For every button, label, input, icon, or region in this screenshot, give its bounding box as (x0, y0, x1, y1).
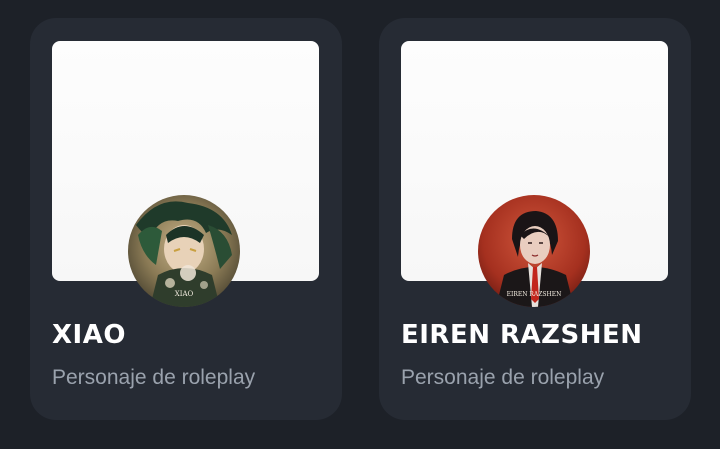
avatar-illustration-eiren: EIREN RAZSHEN (478, 195, 590, 307)
character-subtitle: Personaje de roleplay (401, 366, 605, 389)
character-card-eiren-razshen[interactable]: EIREN RAZSHEN EIREN RAZSHEN Personaje de… (379, 18, 691, 420)
character-avatar: XIAO (128, 195, 240, 307)
character-subtitle: Personaje de roleplay (52, 366, 256, 389)
avatar-caption: XIAO (175, 290, 194, 298)
character-card-xiao[interactable]: XIAO XIAO Personaje de roleplay (30, 18, 342, 420)
character-name: XIAO (52, 320, 126, 350)
character-list: XIAO XIAO Personaje de roleplay EIREN RA… (0, 0, 720, 449)
avatar-caption: EIREN RAZSHEN (507, 291, 562, 298)
avatar-illustration-xiao: XIAO (128, 195, 240, 307)
character-name: EIREN RAZSHEN (401, 320, 643, 350)
character-avatar: EIREN RAZSHEN (478, 195, 590, 307)
